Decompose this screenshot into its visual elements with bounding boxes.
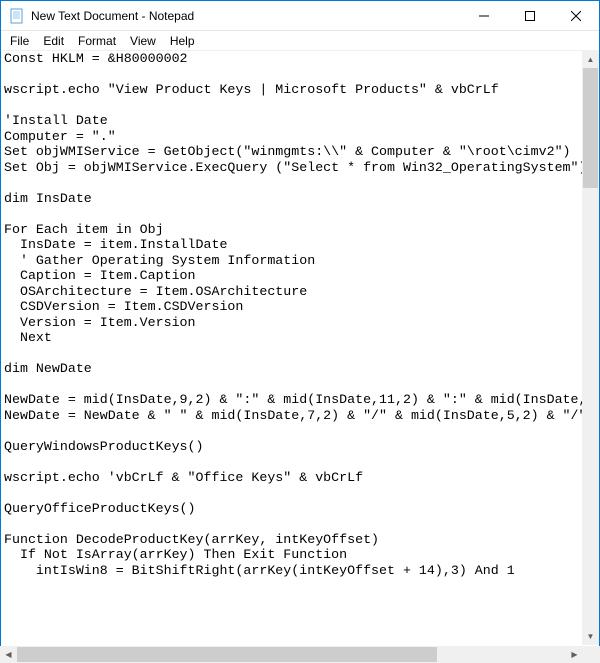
window-controls	[461, 1, 599, 31]
menu-help[interactable]: Help	[163, 32, 202, 50]
horizontal-scrollbar[interactable]: ◀ ▶	[0, 646, 600, 663]
vertical-scrollbar[interactable]: ▲ ▼	[582, 51, 599, 645]
menu-file[interactable]: File	[3, 32, 36, 50]
minimize-button[interactable]	[461, 1, 507, 31]
menu-format[interactable]: Format	[71, 32, 123, 50]
scroll-up-button[interactable]: ▲	[582, 51, 599, 68]
menubar: File Edit Format View Help	[1, 31, 599, 51]
menu-view[interactable]: View	[123, 32, 163, 50]
horizontal-scroll-thumb[interactable]	[17, 647, 437, 662]
scroll-down-button[interactable]: ▼	[582, 628, 599, 645]
editor-container: Const HKLM = &H80000002 wscript.echo "Vi…	[1, 51, 599, 645]
titlebar[interactable]: New Text Document - Notepad	[1, 1, 599, 31]
menu-edit[interactable]: Edit	[36, 32, 71, 50]
text-editor[interactable]: Const HKLM = &H80000002 wscript.echo "Vi…	[1, 51, 599, 578]
close-button[interactable]	[553, 1, 599, 31]
scroll-right-button[interactable]: ▶	[566, 646, 583, 663]
notepad-icon	[9, 8, 25, 24]
scroll-left-button[interactable]: ◀	[0, 646, 17, 663]
window-title: New Text Document - Notepad	[31, 9, 461, 23]
scroll-corner	[583, 646, 600, 663]
vertical-scroll-thumb[interactable]	[583, 68, 598, 188]
maximize-button[interactable]	[507, 1, 553, 31]
